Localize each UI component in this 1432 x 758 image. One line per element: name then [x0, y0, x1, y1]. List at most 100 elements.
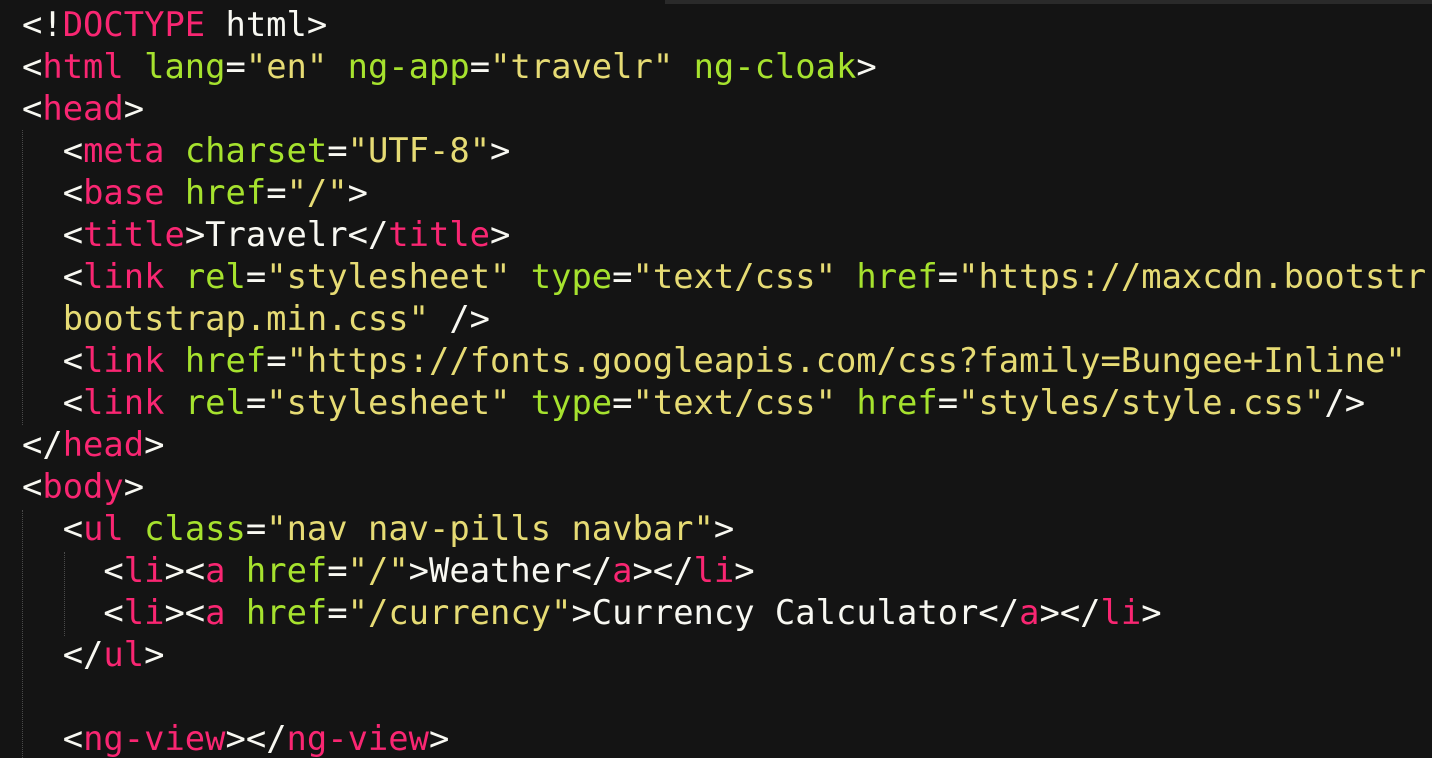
code-token: ><: [164, 551, 206, 590]
code-token: body: [42, 467, 124, 506]
code-token: bootstrap.min.css": [62, 299, 429, 338]
code-token: charset: [184, 131, 328, 170]
code-token: ng-app: [347, 47, 470, 86]
code-token: ><: [164, 593, 206, 632]
code-token: <: [22, 47, 43, 86]
code-token: href: [245, 551, 328, 590]
code-token: "text/css": [632, 383, 836, 422]
code-token: ></: [632, 551, 694, 590]
code-editor[interactable]: <!DOCTYPE html> <html lang="en" ng-app="t…: [0, 0, 1432, 758]
code-token: href: [245, 593, 328, 632]
code-token: "/": [286, 173, 348, 212]
code-token: ng-view: [83, 719, 226, 758]
code-line[interactable]: <link rel="stylesheet" type="text/css" h…: [22, 256, 1432, 298]
code-token: "UTF-8": [347, 131, 491, 170]
code-line[interactable]: <li><a href="/currency">Currency Calcula…: [22, 592, 1432, 634]
code-line[interactable]: <link href="https://fonts.googleapis.com…: [22, 340, 1432, 382]
code-line[interactable]: <body>: [22, 466, 1432, 508]
code-token: link: [83, 383, 165, 422]
code-token: <: [62, 131, 84, 170]
code-line[interactable]: </ul>: [22, 634, 1432, 676]
code-line[interactable]: <ul class="nav nav-pills navbar">: [22, 508, 1432, 550]
code-token: title: [388, 215, 491, 254]
code-token: rel: [184, 383, 246, 422]
code-line[interactable]: <ng-view></ng-view>: [22, 718, 1432, 758]
code-token: lang: [144, 47, 226, 86]
code-line[interactable]: <!DOCTYPE html>: [22, 4, 1432, 46]
code-token: "travelr": [490, 47, 674, 86]
code-token: >: [490, 131, 511, 170]
code-token: =: [937, 383, 959, 422]
code-line[interactable]: <html lang="en" ng-app="travelr" ng-cloa…: [22, 46, 1432, 88]
code-token: =: [327, 551, 348, 590]
code-token: =: [612, 383, 633, 422]
code-token: title: [83, 215, 185, 254]
code-token: =: [245, 509, 267, 548]
code-token: li: [693, 551, 735, 590]
code-token: =: [327, 131, 348, 170]
code-line[interactable]: <head>: [22, 88, 1432, 130]
code-token: class: [144, 509, 246, 548]
code-token: <: [62, 719, 84, 758]
code-token: <: [22, 467, 43, 506]
code-token: head: [42, 89, 124, 128]
code-token: >: [347, 173, 368, 212]
code-token: >: [713, 509, 735, 548]
code-token: <: [62, 509, 84, 548]
code-token: ul: [103, 635, 145, 674]
code-line[interactable]: <meta charset="UTF-8">: [22, 130, 1432, 172]
code-token: DOCTYPE: [62, 5, 206, 44]
code-token: li: [123, 551, 165, 590]
code-line[interactable]: <li><a href="/">Weather</a></li>: [22, 550, 1432, 592]
code-line[interactable]: [22, 676, 1432, 718]
code-token: href: [184, 173, 267, 212]
code-token: type: [530, 383, 613, 422]
code-area[interactable]: <!DOCTYPE html> <html lang="en" ng-app="t…: [22, 4, 1432, 758]
code-line[interactable]: <base href="/">: [22, 172, 1432, 214]
code-token: <: [103, 551, 124, 590]
code-token: type: [530, 257, 613, 296]
code-line[interactable]: <title>Travelr</title>: [22, 214, 1432, 256]
code-token: >: [490, 215, 511, 254]
code-token: =: [225, 47, 246, 86]
code-token: meta: [83, 131, 165, 170]
code-token: ng-cloak: [693, 47, 857, 86]
code-token: ></: [225, 719, 287, 758]
code-token: >Travelr</: [184, 215, 389, 254]
code-token: =: [245, 383, 267, 422]
code-token: <: [62, 383, 84, 422]
code-token: >: [856, 47, 877, 86]
code-token: "nav nav-pills navbar": [266, 509, 714, 548]
code-token: >: [1141, 593, 1162, 632]
code-token: li: [1100, 593, 1142, 632]
code-line[interactable]: </head>: [22, 424, 1432, 466]
code-token: =: [245, 257, 267, 296]
code-token: head: [62, 425, 145, 464]
code-token: "/currency": [347, 593, 572, 632]
code-token: <: [103, 593, 124, 632]
code-token: ng-view: [286, 719, 429, 758]
code-token: base: [83, 173, 165, 212]
code-line[interactable]: <link rel="stylesheet" type="text/css" h…: [22, 382, 1432, 424]
code-line[interactable]: bootstrap.min.css" />: [22, 298, 1432, 340]
code-token: >Currency Calculator</: [571, 593, 1020, 632]
